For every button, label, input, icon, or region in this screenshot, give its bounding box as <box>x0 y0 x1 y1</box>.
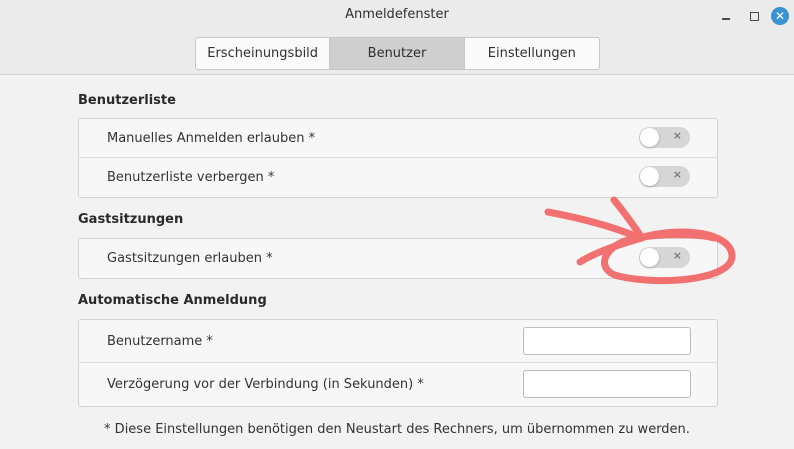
tab-bar: Erscheinungsbild Benutzer Einstellungen <box>195 37 600 70</box>
section-title-user-list: Benutzerliste <box>78 93 176 108</box>
annotation-arrow-head <box>610 196 646 242</box>
settings-row: Verzögerung vor der Verbindung (in Sekun… <box>79 363 717 406</box>
toggle-off-icon: × <box>672 249 682 262</box>
section-title-autologin: Automatische Anmeldung <box>78 293 267 308</box>
row-label: Verzögerung vor der Verbindung (in Sekun… <box>107 377 424 392</box>
hide-user-list-toggle[interactable]: × <box>639 166 690 187</box>
row-label: Gastsitzungen erlauben * <box>107 251 273 266</box>
guest-box: Gastsitzungen erlauben * × <box>78 238 718 279</box>
window-title: Anmeldefenster <box>345 7 449 22</box>
settings-row: Manuelles Anmelden erlauben * × <box>79 119 717 158</box>
tab-einstellungen[interactable]: Einstellungen <box>465 38 599 69</box>
restart-footnote: * Diese Einstellungen benötigen den Neus… <box>104 422 690 437</box>
title-bar: Anmeldefenster ✕ Erscheinungsbild Benutz… <box>0 0 794 75</box>
row-label: Manuelles Anmelden erlauben * <box>107 130 316 146</box>
row-label: Benutzername * <box>107 333 213 349</box>
tab-benutzer[interactable]: Benutzer <box>330 38 465 69</box>
settings-row: Benutzerliste verbergen * × <box>79 158 717 197</box>
settings-row: Benutzername * <box>79 320 717 363</box>
toggle-knob <box>640 248 659 267</box>
toggle-knob <box>640 128 659 147</box>
toggle-off-icon: × <box>672 168 682 181</box>
section-title-guest: Gastsitzungen <box>78 212 184 227</box>
delay-seconds-input[interactable] <box>523 370 691 398</box>
toggle-off-icon: × <box>672 129 682 142</box>
toggle-knob <box>640 167 659 186</box>
maximize-icon[interactable] <box>745 7 763 25</box>
minimize-icon[interactable] <box>717 7 735 25</box>
user-list-box: Manuelles Anmelden erlauben * × Benutzer… <box>78 118 718 198</box>
manual-login-toggle[interactable]: × <box>639 127 690 148</box>
close-icon[interactable]: ✕ <box>771 7 789 25</box>
allow-guest-toggle[interactable]: × <box>639 247 690 268</box>
settings-row: Gastsitzungen erlauben * × <box>79 239 717 278</box>
row-label: Benutzerliste verbergen * <box>107 170 275 185</box>
autologin-box: Benutzername * Verzögerung vor der Verbi… <box>78 319 718 407</box>
annotation-arrow-shaft <box>544 208 644 242</box>
tab-erscheinungsbild[interactable]: Erscheinungsbild <box>196 38 331 69</box>
username-input[interactable] <box>523 327 691 355</box>
